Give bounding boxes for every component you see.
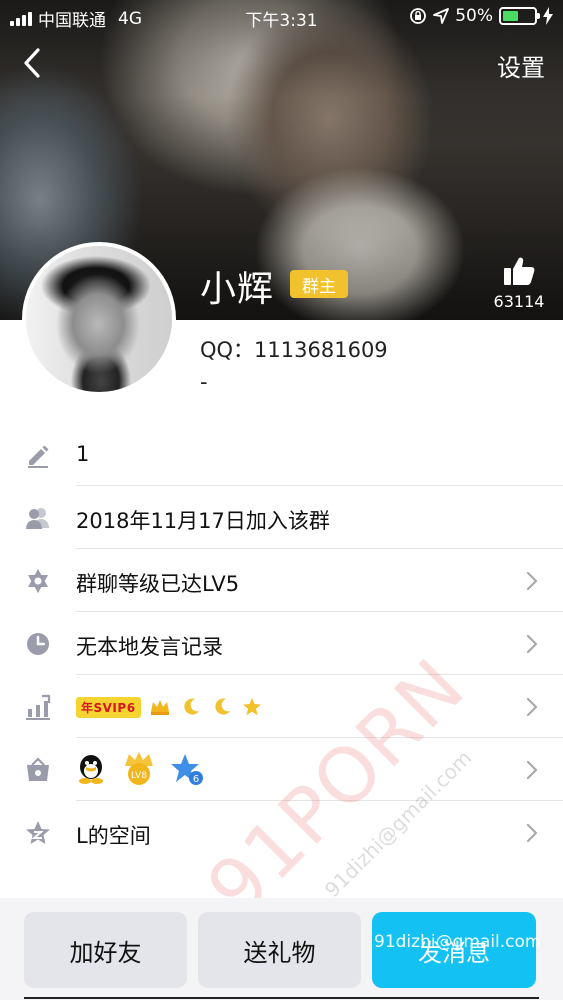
add-friend-button[interactable]: 加好友 [24,912,187,988]
back-button[interactable] [18,44,52,82]
add-friend-label: 加好友 [69,938,142,967]
bottom-action-bar: 加好友 送礼物 发消息 91dizhi@gmail.com [0,898,563,1000]
orientation-lock-icon [410,8,427,24]
thumbs-up-icon [504,257,535,285]
group-level-label: 群聊等级已达LV5 [76,572,240,596]
charging-icon [543,7,553,25]
star-of-david-icon [28,569,48,593]
star-icon [243,698,262,716]
row-joined-date: 2018年11月17日加入该群 [0,486,563,549]
battery-percent: 50% [455,6,493,26]
chevron-right-icon [526,634,538,654]
battery-icon [499,7,540,25]
like-count: 63114 [493,292,545,311]
chevron-right-icon [526,760,538,780]
profile-name: 小辉 [200,269,275,310]
pencil-icon [28,445,49,468]
level-crown-badge: LV8 [124,752,153,785]
moon-icon [214,698,230,715]
send-gift-label: 送礼物 [243,938,316,967]
qq-penguin-icon [79,755,103,784]
send-gift-button[interactable]: 送礼物 [198,912,361,988]
row-group-nickname[interactable]: 1 [0,423,563,486]
history-label: 无本地发言记录 [76,635,223,659]
gift-box-icon [27,757,49,781]
row-group-level[interactable]: 群聊等级已达LV5 [0,549,563,612]
joined-date-label: 2018年11月17日加入该群 [76,509,330,533]
owner-badge: 群主 [290,270,348,298]
qzone-star-icon [26,821,50,844]
home-indicator [24,997,539,999]
crown-icon [151,700,170,715]
level-badge-text: LV8 [131,771,147,781]
row-message-history[interactable]: 无本地发言记录 [0,612,563,675]
location-icon [433,8,450,24]
qzone-label: L的空间 [76,824,151,848]
members-icon [26,508,49,529]
avatar[interactable] [22,242,176,396]
status-bar: 中国联通 4G 下午3:31 50% [0,0,563,34]
star-badge-number: 6 [193,774,199,785]
moon-icon [184,698,199,715]
profile-page: 中国联通 4G 下午3:31 50% 设置 小辉 群主 63114 QQ：111… [0,0,563,1000]
clock-icon [27,633,49,655]
nickname-value: 1 [76,442,90,466]
blue-star-badge: 6 [171,754,204,785]
message-overlay-text: 91dizhi@gmail.com [374,932,542,952]
signature: - [200,370,208,394]
growth-chart-icon [26,694,51,720]
settings-button[interactable]: 设置 [497,48,545,83]
chevron-right-icon [526,823,538,843]
chevron-right-icon [526,697,538,717]
svip-badge: 年SVIP6 [76,696,141,718]
send-message-button[interactable]: 发消息 91dizhi@gmail.com [372,912,542,988]
like-button[interactable]: 63114 [489,256,549,311]
chevron-right-icon [526,571,538,591]
qq-number: QQ：1113681609 [200,338,388,362]
